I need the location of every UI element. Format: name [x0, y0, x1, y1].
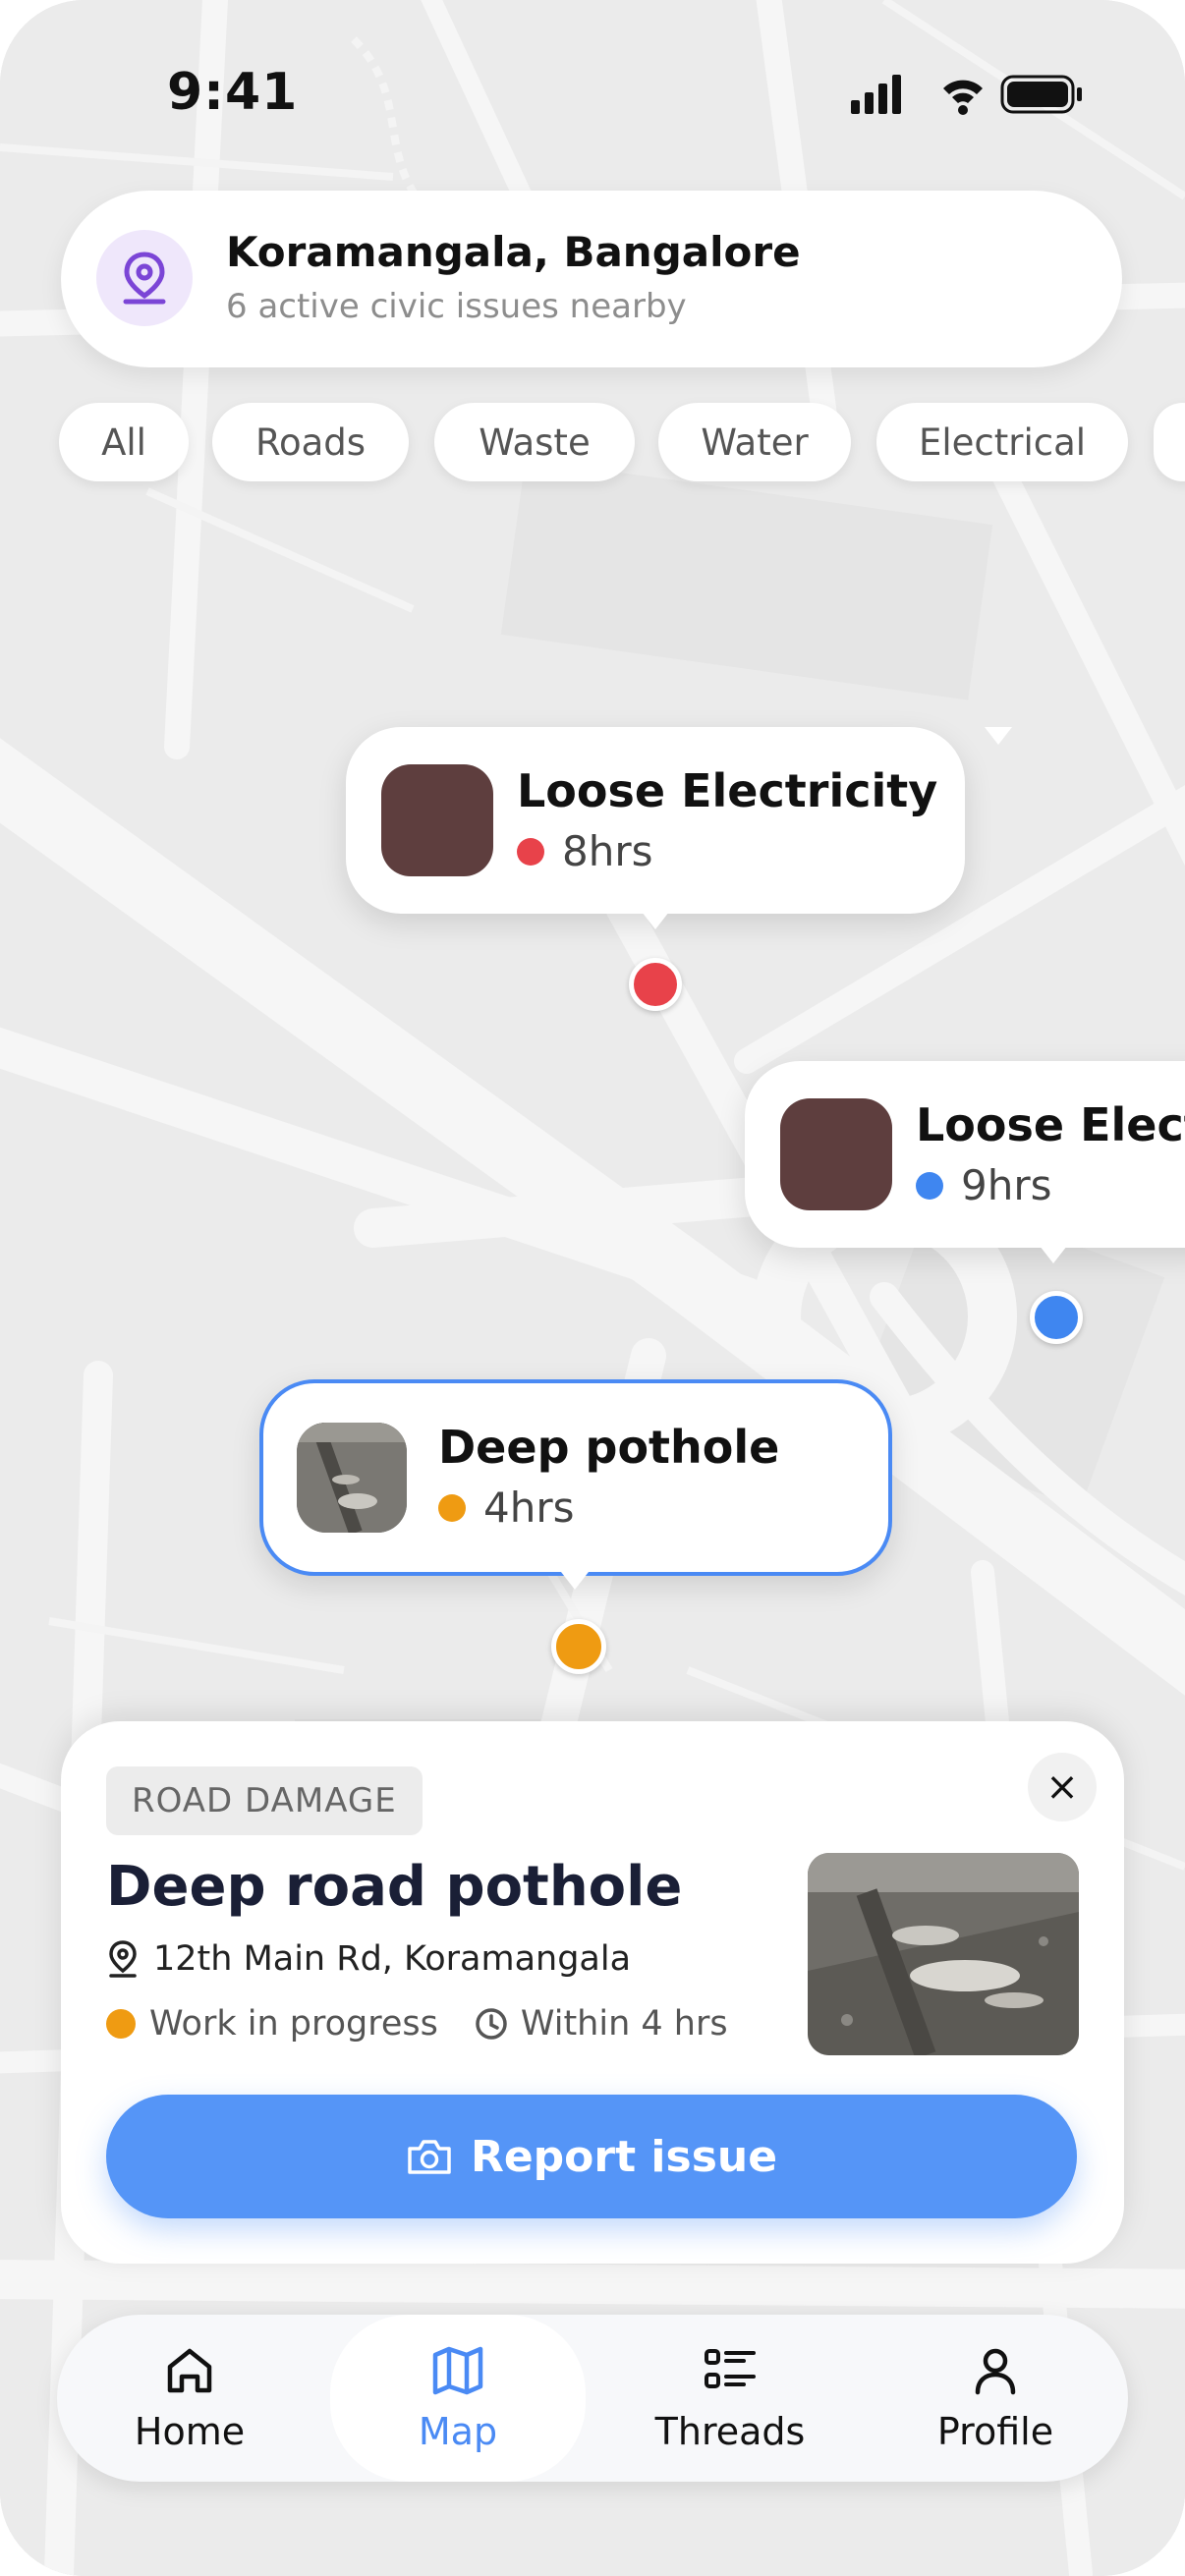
- map-pin-orange[interactable]: [551, 1619, 606, 1674]
- callout-pointer: [561, 1572, 589, 1590]
- nav-label: Profile: [936, 2410, 1054, 2453]
- filter-chip-electrical[interactable]: Electrical: [876, 403, 1128, 481]
- wifi-icon: [943, 80, 983, 115]
- issue-callout-deep-pothole[interactable]: Deep pothole 4hrs: [259, 1379, 892, 1576]
- battery-icon: [1000, 75, 1082, 114]
- nav-threads[interactable]: Threads: [597, 2315, 863, 2482]
- filter-chip-all[interactable]: All: [59, 403, 189, 481]
- status-dot: [916, 1171, 943, 1200]
- location-card[interactable]: Koramangala, Bangalore 6 active civic is…: [61, 191, 1122, 367]
- callout-pointer: [642, 912, 669, 929]
- profile-icon: [975, 2348, 1016, 2395]
- clock-icon: [476, 2008, 507, 2040]
- callout-title: Loose Electricity: [517, 764, 938, 817]
- issue-callout-loose-electricity[interactable]: Loose Electricity 8hrs: [346, 727, 1012, 914]
- issue-detail-card: ROAD DAMAGE × Deep road pothole 12th Mai…: [61, 1721, 1124, 2264]
- threads-icon: [705, 2349, 756, 2388]
- eta-text: Within 4 hrs: [520, 2004, 728, 2044]
- nav-label: Threads: [654, 2410, 806, 2453]
- map-icon: [432, 2346, 483, 2395]
- address-text: 12th Main Rd, Koramangala: [153, 1939, 632, 1979]
- issue-address: 12th Main Rd, Koramangala: [106, 1939, 631, 1979]
- filter-chip-roads[interactable]: Roads: [212, 403, 409, 481]
- callout-time: 9hrs: [961, 1161, 1052, 1209]
- callout-title: Loose Electr: [916, 1098, 1185, 1151]
- location-pin-icon: [96, 230, 193, 326]
- status-dot: [106, 2009, 136, 2039]
- location-pin-icon: [109, 1940, 137, 1978]
- callout-tail: [985, 727, 1012, 745]
- home-icon: [167, 2348, 212, 2393]
- callout-meta: 9hrs: [916, 1161, 1052, 1209]
- issue-title: Deep road pothole: [106, 1855, 683, 1919]
- nav-map[interactable]: Map: [330, 2315, 586, 2482]
- issue-thumbnail: [381, 764, 493, 876]
- status-time: 9:41: [167, 63, 299, 122]
- nav-home[interactable]: Home: [57, 2315, 322, 2482]
- map-pin-blue[interactable]: [1030, 1291, 1083, 1344]
- filter-chip-waste[interactable]: Waste: [434, 403, 635, 481]
- signal-icon: [851, 75, 901, 114]
- status-dot: [438, 1493, 466, 1522]
- issue-photo[interactable]: [808, 1853, 1079, 2055]
- report-button-label: Report issue: [470, 2131, 778, 2182]
- callout-time: 8hrs: [562, 827, 653, 875]
- callout-meta: 8hrs: [517, 827, 653, 875]
- status-text: Work in progress: [149, 2004, 438, 2044]
- map-pin-red[interactable]: [629, 958, 682, 1011]
- close-button[interactable]: ×: [1028, 1753, 1097, 1821]
- nav-label: Home: [134, 2410, 246, 2453]
- callout-title: Deep pothole: [438, 1421, 780, 1474]
- report-issue-button[interactable]: Report issue: [106, 2095, 1077, 2218]
- status-icons: [851, 75, 1082, 115]
- nav-profile[interactable]: Profile: [863, 2315, 1128, 2482]
- map-screen: 9:41 Koramangala, Bangalore 6 active civ…: [0, 0, 1185, 2576]
- issue-status-row: Work in progress Within 4 hrs: [106, 2004, 728, 2044]
- issue-thumbnail: [780, 1098, 892, 1210]
- bottom-nav: Home Map Threads Profile: [57, 2315, 1128, 2482]
- callout-time: 4hrs: [483, 1484, 575, 1532]
- callout-meta: 4hrs: [438, 1484, 575, 1532]
- location-subtitle: 6 active civic issues nearby: [226, 287, 687, 326]
- issue-callout-loose-electricity-2[interactable]: Loose Electr 9hrs: [745, 1061, 1185, 1248]
- category-tag: ROAD DAMAGE: [106, 1766, 423, 1835]
- filter-chip-water[interactable]: Water: [658, 403, 851, 481]
- camera-icon: [408, 2140, 451, 2174]
- close-icon: ×: [1045, 1764, 1079, 1810]
- callout-pointer: [1040, 1246, 1067, 1263]
- location-title: Koramangala, Bangalore: [226, 228, 801, 276]
- pothole-thumbnail: [297, 1423, 407, 1533]
- status-dot: [517, 837, 544, 866]
- nav-label: Map: [418, 2410, 498, 2453]
